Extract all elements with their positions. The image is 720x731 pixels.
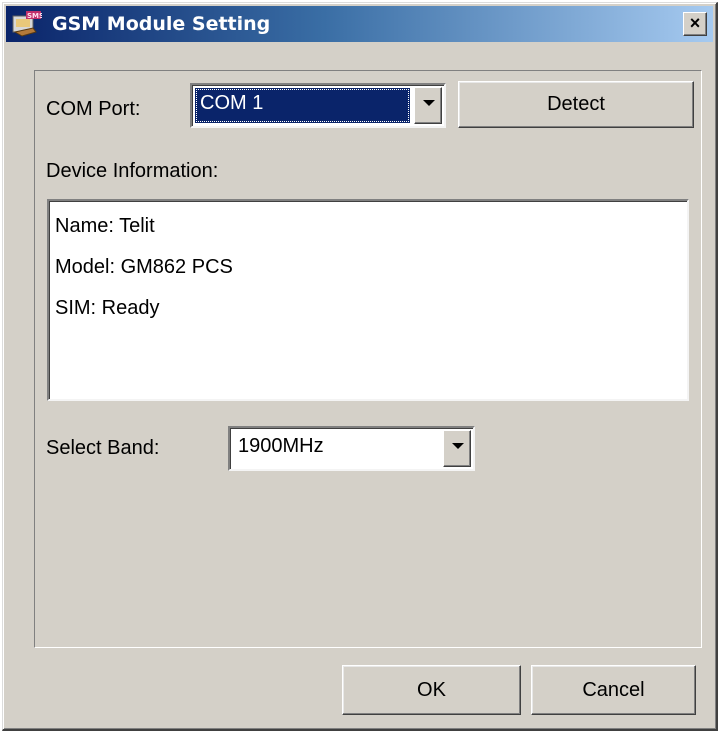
title-bar[interactable]: SMS GSM Module Setting ×	[6, 6, 713, 42]
device-info-label: Device Information:	[46, 160, 219, 182]
com-port-dropdown-arrow-icon[interactable]	[414, 87, 442, 124]
com-port-value: COM 1	[195, 88, 410, 123]
device-info-line: Name: Telit	[55, 215, 155, 237]
close-button[interactable]: ×	[683, 12, 707, 36]
detect-button-label: Detect	[547, 93, 605, 115]
cancel-button-label: Cancel	[582, 679, 645, 701]
close-icon: ×	[689, 13, 701, 33]
window-title: GSM Module Setting	[52, 13, 271, 35]
ok-button[interactable]: OK	[342, 665, 521, 715]
device-info-textarea[interactable]: Name: Telit Model: GM862 PCS SIM: Ready	[47, 199, 689, 401]
band-value: 1900MHz	[238, 435, 324, 457]
ok-button-label: OK	[417, 679, 446, 701]
device-info-line: SIM: Ready	[55, 297, 160, 319]
cancel-button[interactable]: Cancel	[531, 665, 696, 715]
device-info-line: Model: GM862 PCS	[55, 256, 233, 278]
select-band-label: Select Band:	[46, 437, 160, 459]
band-select[interactable]: 1900MHz	[228, 426, 475, 471]
com-port-select[interactable]: COM 1	[190, 83, 446, 128]
band-dropdown-arrow-icon[interactable]	[443, 430, 471, 467]
detect-button[interactable]: Detect	[458, 81, 694, 128]
svg-text:SMS: SMS	[27, 12, 42, 20]
com-port-label: COM Port:	[46, 98, 141, 120]
sms-app-icon: SMS	[12, 11, 42, 37]
dialog-window: SMS GSM Module Setting × COM Port: COM 1…	[2, 2, 718, 731]
